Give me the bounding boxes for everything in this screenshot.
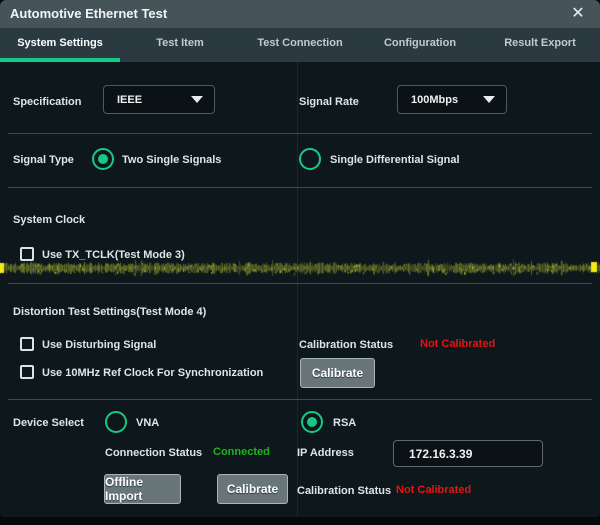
device-calibrate-button[interactable]: Calibrate — [217, 474, 288, 504]
disturbing-signal-label: Use Disturbing Signal — [42, 338, 156, 352]
device-calibration-status-value: Not Calibrated — [396, 484, 471, 496]
chevron-down-icon — [191, 96, 203, 103]
radio-dot — [305, 154, 315, 164]
two-single-signals-label: Two Single Signals — [122, 153, 221, 167]
distortion-calibration-status-value: Not Calibrated — [420, 338, 495, 350]
tab-bar: System Settings Test Item Test Connectio… — [0, 28, 600, 62]
dialog-title: Automotive Ethernet Test — [10, 0, 167, 28]
single-differential-signal-label: Single Differential Signal — [330, 153, 460, 167]
radio-rsa[interactable] — [301, 411, 323, 433]
radio-two-single-signals[interactable] — [92, 148, 114, 170]
radio-dot — [307, 417, 317, 427]
signal-rate-dropdown[interactable]: 100Mbps — [397, 85, 507, 114]
radio-dot — [111, 417, 121, 427]
tab-test-item[interactable]: Test Item — [120, 28, 240, 62]
tab-system-settings[interactable]: System Settings — [0, 28, 120, 62]
tab-result-export[interactable]: Result Export — [480, 28, 600, 62]
automotive-ethernet-test-dialog: Automotive Ethernet Test ✕ System Settin… — [0, 0, 600, 517]
tab-test-connection[interactable]: Test Connection — [240, 28, 360, 62]
system-clock-label: System Clock — [13, 213, 85, 227]
connection-status-label: Connection Status — [105, 446, 202, 460]
distortion-calibration-status-label: Calibration Status — [299, 338, 393, 352]
vna-label: VNA — [136, 416, 159, 430]
distortion-settings-label: Distortion Test Settings(Test Mode 4) — [13, 305, 206, 319]
ip-address-label: IP Address — [297, 446, 354, 460]
close-icon[interactable]: ✕ — [564, 0, 592, 28]
signal-type-label: Signal Type — [13, 153, 74, 167]
rsa-label: RSA — [333, 416, 356, 430]
radio-dot — [98, 154, 108, 164]
specification-dropdown[interactable]: IEEE — [103, 85, 215, 114]
refclock-label: Use 10MHz Ref Clock For Synchronization — [42, 366, 263, 380]
radio-single-differential-signal[interactable] — [299, 148, 321, 170]
signal-rate-value: 100Mbps — [398, 94, 483, 106]
separator — [8, 283, 592, 284]
distortion-calibrate-button[interactable]: Calibrate — [300, 358, 375, 388]
tab-configuration[interactable]: Configuration — [360, 28, 480, 62]
separator — [8, 399, 592, 400]
separator — [8, 187, 592, 188]
title-bar: Automotive Ethernet Test ✕ — [0, 0, 600, 28]
device-select-label: Device Select — [13, 416, 84, 430]
connection-status-value: Connected — [213, 446, 270, 458]
disturbing-signal-checkbox[interactable] — [20, 337, 34, 351]
scope-noise-trace — [0, 256, 600, 278]
ip-address-input[interactable] — [393, 440, 543, 467]
radio-vna[interactable] — [105, 411, 127, 433]
specification-value: IEEE — [104, 94, 191, 106]
signal-rate-label: Signal Rate — [299, 95, 359, 109]
device-calibration-status-label: Calibration Status — [297, 484, 391, 498]
separator — [8, 133, 592, 134]
refclock-checkbox[interactable] — [20, 365, 34, 379]
chevron-down-icon — [483, 96, 495, 103]
specification-label: Specification — [13, 95, 81, 109]
offline-import-button[interactable]: Offline Import — [104, 474, 181, 504]
